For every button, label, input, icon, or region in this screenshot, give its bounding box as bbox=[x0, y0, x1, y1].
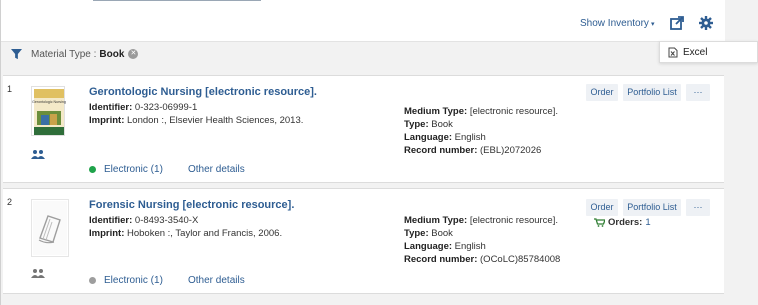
medium-field: Medium Type: [electronic resource]. bbox=[404, 106, 558, 117]
identifier-value: 0-8493-3540-X bbox=[134, 215, 199, 226]
clear-filter-icon[interactable]: ✕ bbox=[128, 49, 139, 59]
result-number: 2 bbox=[7, 197, 13, 207]
people-icon[interactable] bbox=[31, 149, 45, 159]
result-title[interactable]: Forensic Nursing [electronic resource]. bbox=[89, 199, 294, 211]
book-cover: Gerontologic Nursing bbox=[31, 86, 66, 136]
type-field: Type: Book bbox=[404, 119, 453, 130]
imprint-label: Imprint: bbox=[89, 228, 125, 239]
order-button[interactable]: Order bbox=[586, 199, 618, 216]
record-field: Record number: (EBL)2072026 bbox=[404, 145, 541, 156]
gear-icon[interactable] bbox=[698, 15, 714, 31]
availability-dot bbox=[89, 277, 96, 284]
identifier-label: Identifier: bbox=[89, 215, 133, 226]
identifier-field: Identifier: 0-323-06999-1 bbox=[89, 102, 197, 113]
other-details-link[interactable]: Other details bbox=[188, 275, 245, 286]
record-field: Record number: (OCoLC)85784008 bbox=[404, 254, 560, 265]
people-icon[interactable] bbox=[31, 268, 45, 278]
result-number: 1 bbox=[7, 84, 13, 94]
cart-icon bbox=[594, 218, 605, 227]
result-title[interactable]: Gerontologic Nursing [electronic resourc… bbox=[89, 86, 317, 98]
availability-link[interactable]: Electronic (1) bbox=[104, 164, 163, 175]
portfolio-list-button[interactable]: Portfolio List bbox=[623, 199, 681, 216]
portfolio-list-button[interactable]: Portfolio List bbox=[623, 84, 681, 101]
book-placeholder bbox=[31, 199, 69, 257]
identifier-label: Identifier: bbox=[89, 102, 133, 113]
type-label: Type: bbox=[404, 119, 429, 130]
language-label: Language: bbox=[404, 241, 453, 252]
filter-icon bbox=[11, 48, 22, 59]
top-divider bbox=[93, 0, 261, 1]
orders-label: Orders: bbox=[608, 217, 643, 228]
identifier-value: 0-323-06999-1 bbox=[134, 102, 198, 113]
medium-field: Medium Type: [electronic resource]. bbox=[404, 215, 558, 226]
orders-value[interactable]: 1 bbox=[645, 217, 650, 228]
show-inventory-label: Show Inventory bbox=[580, 18, 649, 29]
language-field: Language: English bbox=[404, 241, 486, 252]
result-card: 2 Forensic Nursing [electronic resource]… bbox=[3, 188, 724, 294]
medium-value: [electronic resource]. bbox=[469, 106, 558, 117]
availability: Electronic (1) bbox=[89, 164, 163, 175]
export-icon[interactable] bbox=[669, 15, 685, 31]
filter-label: Material Type : bbox=[31, 48, 97, 60]
results-toolbar: Show Inventory ▾ bbox=[1, 0, 726, 42]
type-value: Book bbox=[431, 228, 453, 239]
type-field: Type: Book bbox=[404, 228, 453, 239]
export-excel-menu-item[interactable]: Excel bbox=[659, 41, 758, 63]
availability: Electronic (1) bbox=[89, 275, 163, 286]
language-label: Language: bbox=[404, 132, 453, 143]
availability-dot bbox=[89, 166, 96, 173]
imprint-value: London :, Elsevier Health Sciences, 2013… bbox=[127, 115, 304, 126]
availability-link[interactable]: Electronic (1) bbox=[104, 275, 163, 286]
language-value: English bbox=[454, 241, 486, 252]
orders-indicator[interactable]: Orders: 1 bbox=[594, 217, 651, 228]
caret-down-icon: ▾ bbox=[650, 21, 655, 28]
record-label: Record number: bbox=[404, 145, 478, 156]
type-value: Book bbox=[431, 119, 453, 130]
record-value: (EBL)2072026 bbox=[480, 145, 542, 156]
filter-value: Book bbox=[99, 48, 125, 60]
main-frame: Show Inventory ▾ Material Type : Book ✕ 1 bbox=[0, 0, 726, 305]
active-filter: Material Type : Book ✕ bbox=[11, 44, 139, 64]
imprint-field: Imprint: London :, Elsevier Health Scien… bbox=[89, 115, 303, 126]
show-inventory-dropdown[interactable]: Show Inventory ▾ bbox=[580, 18, 654, 29]
identifier-field: Identifier: 0-8493-3540-X bbox=[89, 215, 198, 226]
order-button[interactable]: Order bbox=[586, 84, 618, 101]
more-actions-button[interactable]: ··· bbox=[686, 199, 710, 216]
book-placeholder-icon bbox=[33, 201, 67, 255]
record-value: (OCoLC)85784008 bbox=[480, 254, 561, 265]
excel-file-icon bbox=[668, 47, 678, 57]
book-cover-image: Gerontologic Nursing bbox=[32, 89, 66, 135]
more-actions-button[interactable]: ··· bbox=[686, 84, 710, 101]
type-label: Type: bbox=[404, 228, 429, 239]
language-value: English bbox=[454, 132, 486, 143]
other-details-link[interactable]: Other details bbox=[188, 164, 245, 175]
medium-label: Medium Type: bbox=[404, 215, 468, 226]
book-cover-title: Gerontologic Nursing bbox=[32, 100, 66, 104]
imprint-label: Imprint: bbox=[89, 115, 125, 126]
medium-label: Medium Type: bbox=[404, 106, 468, 117]
result-card: 1 Gerontologic Nursing Gerontologic Nurs… bbox=[3, 75, 724, 183]
imprint-value: Hoboken :, Taylor and Francis, 2006. bbox=[127, 228, 283, 239]
record-label: Record number: bbox=[404, 254, 478, 265]
excel-label: Excel bbox=[683, 46, 708, 58]
language-field: Language: English bbox=[404, 132, 486, 143]
imprint-field: Imprint: Hoboken :, Taylor and Francis, … bbox=[89, 228, 282, 239]
medium-value: [electronic resource]. bbox=[469, 215, 558, 226]
